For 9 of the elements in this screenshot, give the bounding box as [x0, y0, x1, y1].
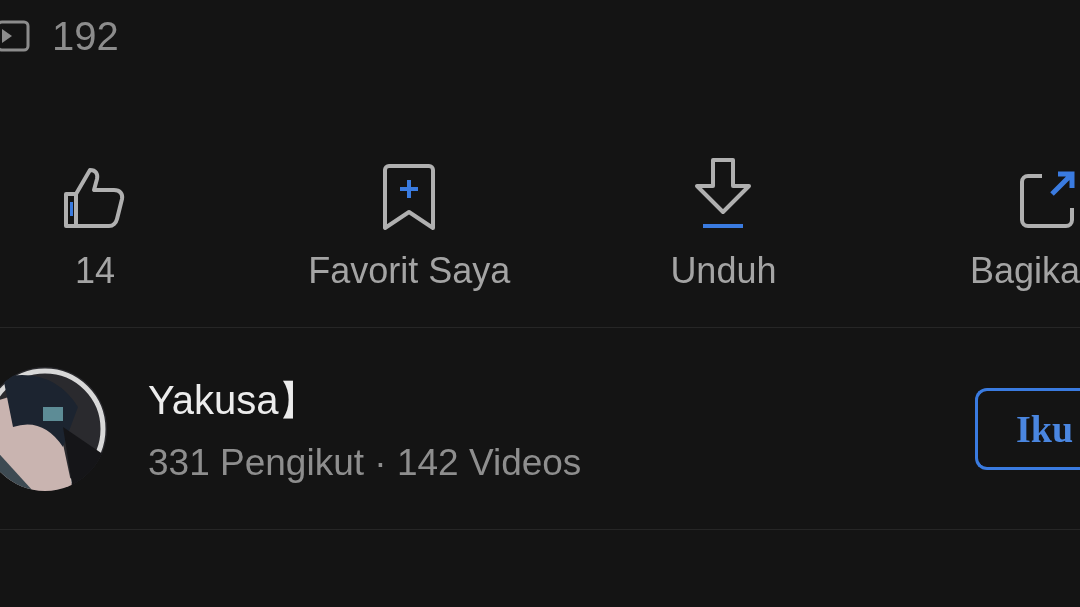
- download-button[interactable]: Unduh: [566, 152, 881, 327]
- follow-button[interactable]: Iku: [975, 387, 1080, 470]
- channel-name[interactable]: Yakusa】: [148, 373, 975, 428]
- channel-stats: 331 Pengikut · 142 Videos: [148, 442, 583, 484]
- video-icon: [0, 18, 32, 54]
- favorite-button[interactable]: Favorit Saya: [252, 152, 567, 327]
- view-count: 192: [52, 13, 119, 59]
- share-button[interactable]: Bagika: [880, 152, 1080, 327]
- like-button[interactable]: 14: [0, 152, 253, 327]
